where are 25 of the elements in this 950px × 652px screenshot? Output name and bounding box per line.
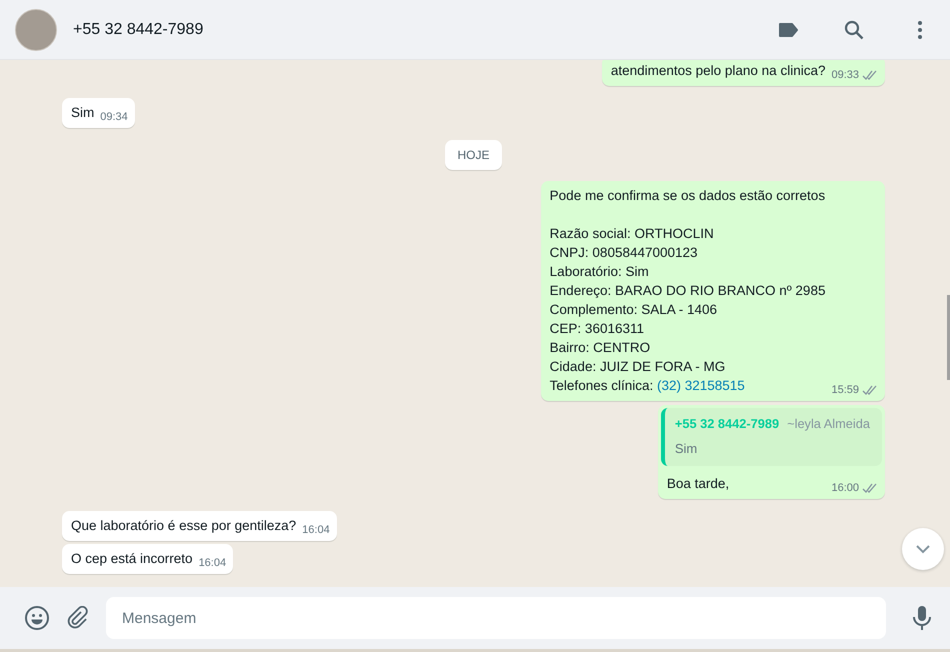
message-time: 15:59 [831, 383, 859, 398]
microphone-icon[interactable] [912, 605, 932, 631]
message-text: Boa tarde, [666, 475, 730, 493]
quote-push-name: ~leyla Almeida [787, 415, 870, 433]
message-time: 16:04 [198, 556, 226, 571]
message-text: atendimentos pelo plano na clinica? [610, 62, 826, 80]
message-text: Sim [71, 104, 94, 122]
quote-text: Sim [674, 440, 698, 458]
date-chip: HOJE [445, 140, 502, 170]
attachment-icon[interactable] [66, 606, 90, 630]
quote-author: +55 32 8442-7989 [674, 415, 780, 433]
scrollbar[interactable] [947, 295, 950, 380]
message-time: 09:33 [831, 68, 859, 83]
contact-name: +55 32 8442-7989 [73, 20, 204, 38]
message-text: Pode me confirma se os dados estão corretos Razão social: ORTHOCLIN CNPJ: 08058447000123 Laboratório: Sim Endereço: BARAO DO RIO BRANCO nº 2985 Complemento: SALA - 1406 CEP: 36016311 Bairro: CENTRO Cidade: JUIZ DE FORA - MG Telefones clínica: (32) 32158515 [550, 187, 826, 395]
message-text: Que laboratório é esse por gentileza? [71, 517, 296, 535]
chevron-down-icon [914, 543, 932, 555]
quoted-message[interactable]: +55 32 8442-7989 ~leyla Almeida Sim [660, 408, 882, 466]
message-time: 16:04 [302, 523, 330, 538]
message-input[interactable]: Mensagem [106, 597, 886, 639]
message-time: 09:34 [100, 110, 128, 125]
message-text: O cep está incorreto [71, 550, 193, 568]
phone-link[interactable]: (32) 32158515 [656, 378, 745, 393]
emoji-icon[interactable] [24, 605, 50, 631]
message-time: 16:00 [831, 481, 859, 496]
